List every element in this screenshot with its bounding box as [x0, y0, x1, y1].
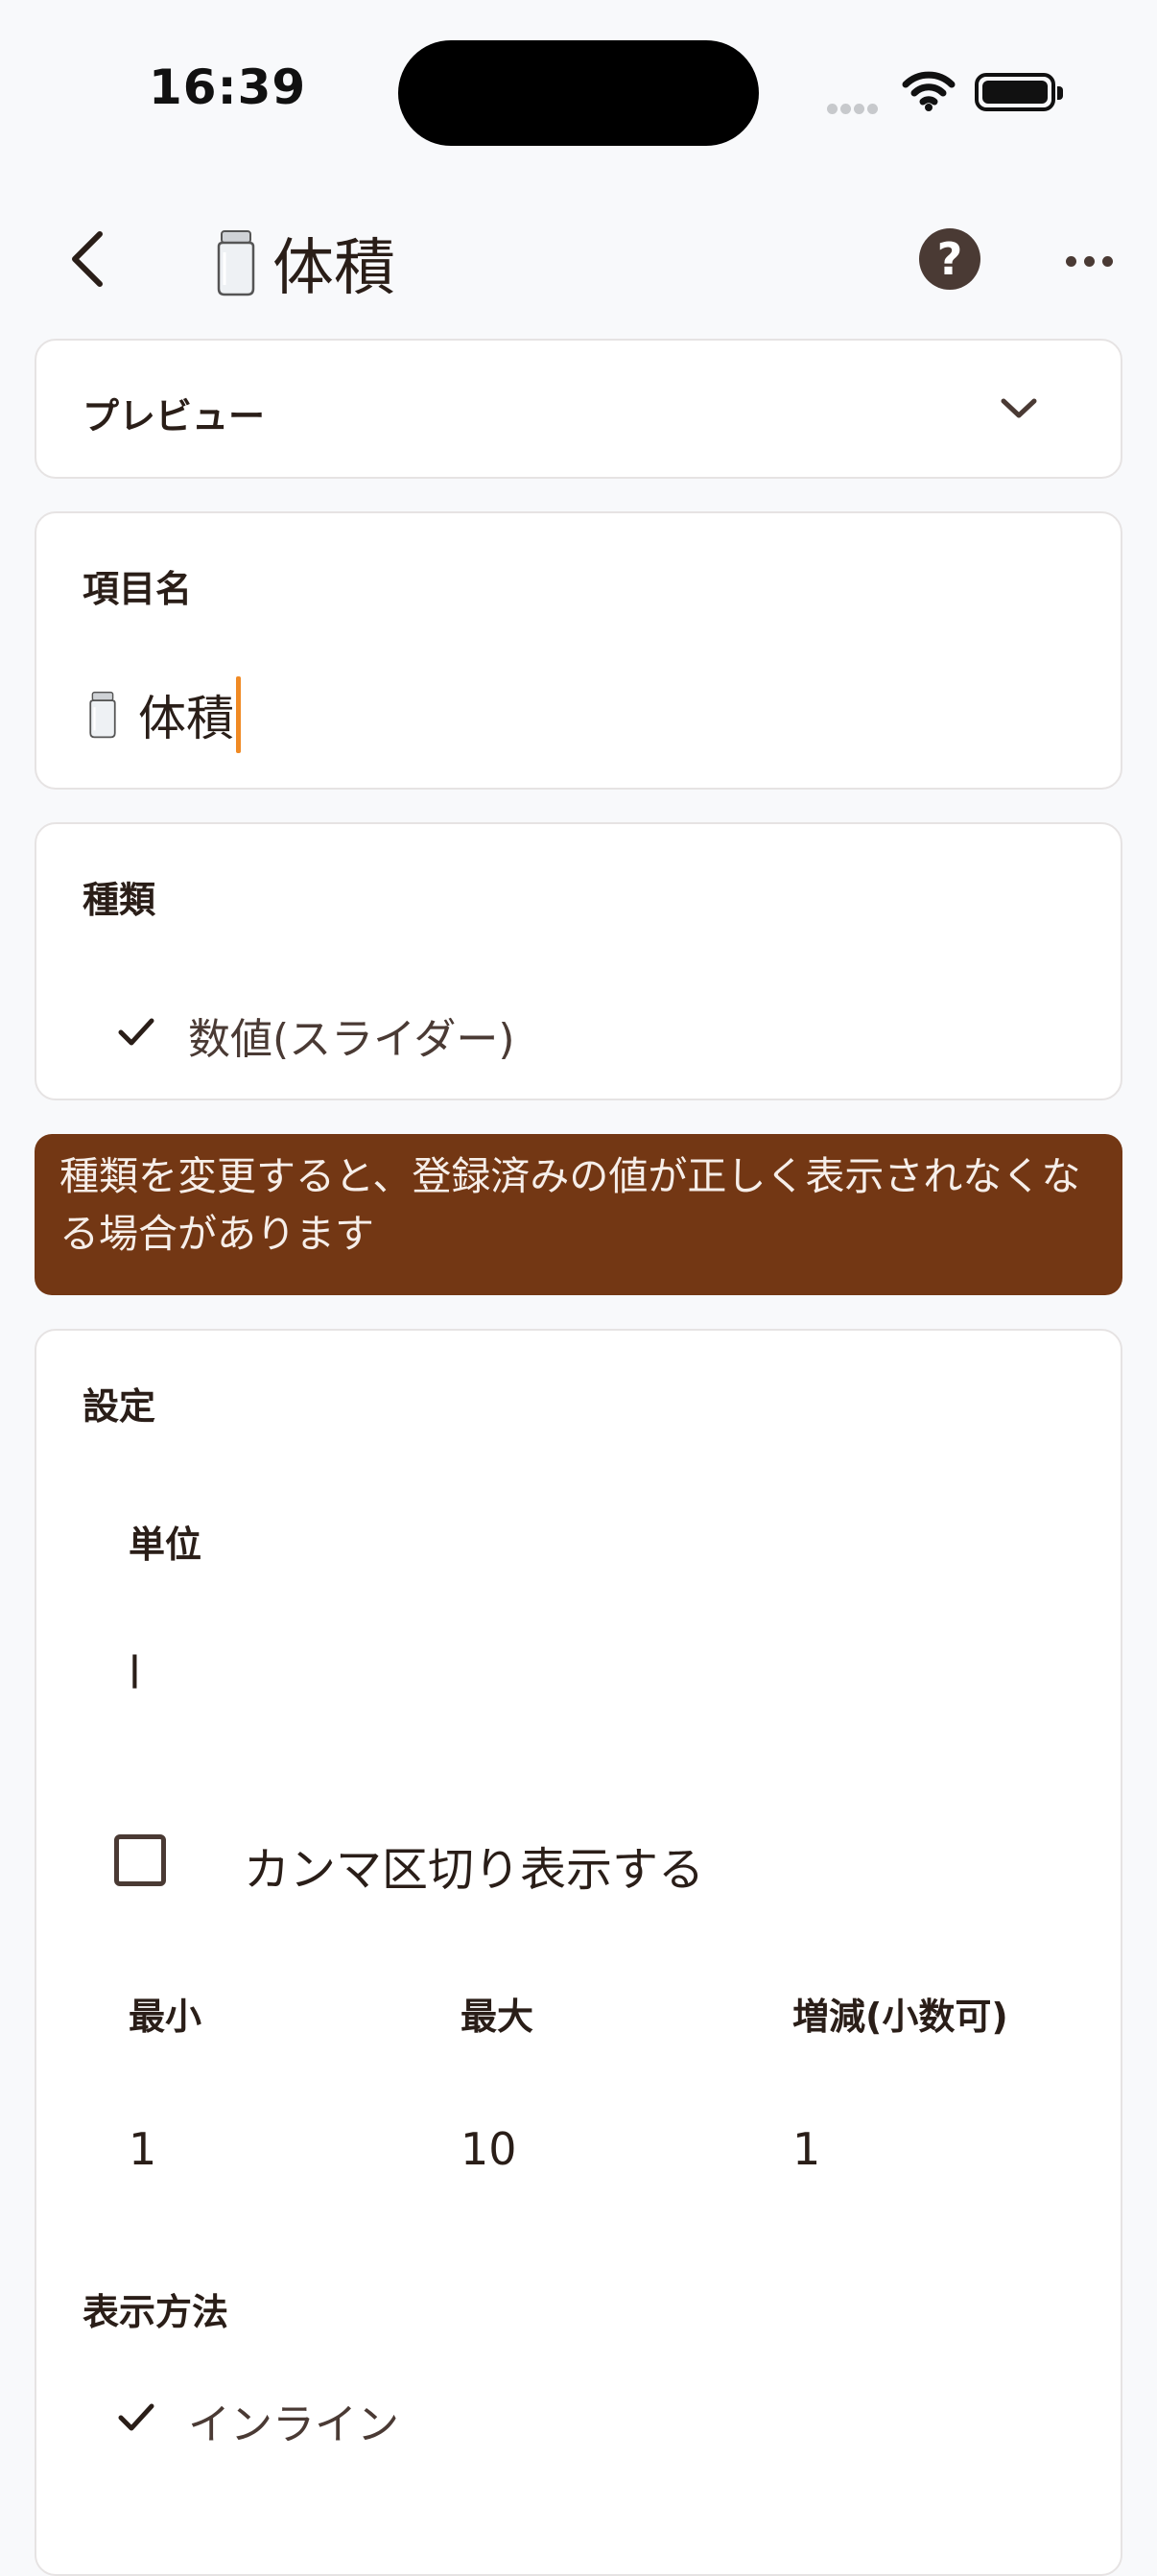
type-option-label: 数値(スライダー) — [188, 1015, 515, 1064]
step-input[interactable]: 1 — [792, 2123, 820, 2175]
item-name-field[interactable]: 体積 — [86, 676, 241, 753]
nav-bar: 体積 ? — [0, 192, 1157, 326]
text-cursor — [236, 676, 241, 753]
item-name-card: 項目名 体積 — [35, 511, 1122, 790]
unit-label: 単位 — [129, 1524, 202, 1566]
max-label: 最大 — [460, 1996, 534, 2038]
preview-label: プレビュー — [83, 395, 266, 437]
item-name-label: 項目名 — [83, 568, 193, 610]
page-title: 体積 — [213, 219, 395, 307]
page-title-text: 体積 — [272, 233, 395, 304]
display-option-label: インライン — [188, 2400, 399, 2449]
question-icon: ? — [936, 233, 963, 285]
min-input[interactable]: 1 — [129, 2123, 156, 2175]
dynamic-island — [398, 40, 759, 146]
settings-label: 設定 — [83, 1385, 156, 1428]
display-method-label: 表示方法 — [83, 2291, 229, 2333]
status-bar: 16:39 — [0, 0, 1157, 154]
battery-icon — [975, 73, 1063, 111]
warning-banner: 種類を変更すると、登録済みの値が正しく表示されなくなる場合があります — [35, 1134, 1122, 1295]
settings-card: 設定 単位 l カンマ区切り表示する 最小 最大 増減(小数可) 1 10 1 … — [35, 1329, 1122, 2576]
more-button[interactable] — [1055, 232, 1122, 290]
chevron-left-icon — [72, 231, 103, 287]
step-label: 増減(小数可) — [792, 1996, 1008, 2038]
jar-icon — [89, 691, 116, 739]
type-label: 種類 — [83, 879, 156, 921]
type-card: 種類 数値(スライダー) — [35, 822, 1122, 1100]
preview-card[interactable]: プレビュー — [35, 339, 1122, 479]
status-time: 16:39 — [149, 59, 307, 115]
more-dots-icon — [1065, 255, 1076, 267]
signal-icon — [827, 100, 881, 118]
check-icon — [118, 1018, 154, 1046]
wifi-icon — [902, 69, 956, 115]
max-input[interactable]: 10 — [460, 2123, 517, 2175]
chevron-down-icon[interactable] — [1000, 396, 1038, 421]
back-button[interactable] — [50, 221, 127, 297]
comma-checkbox-label: カンマ区切り表示する — [244, 1843, 705, 1897]
comma-checkbox[interactable] — [114, 1834, 166, 1886]
unit-input[interactable]: l — [129, 1647, 141, 1699]
help-button[interactable]: ? — [919, 228, 980, 290]
item-name-value: 体積 — [138, 691, 234, 746]
jar-icon — [217, 230, 255, 296]
check-icon — [118, 2403, 154, 2431]
min-label: 最小 — [129, 1996, 202, 2038]
